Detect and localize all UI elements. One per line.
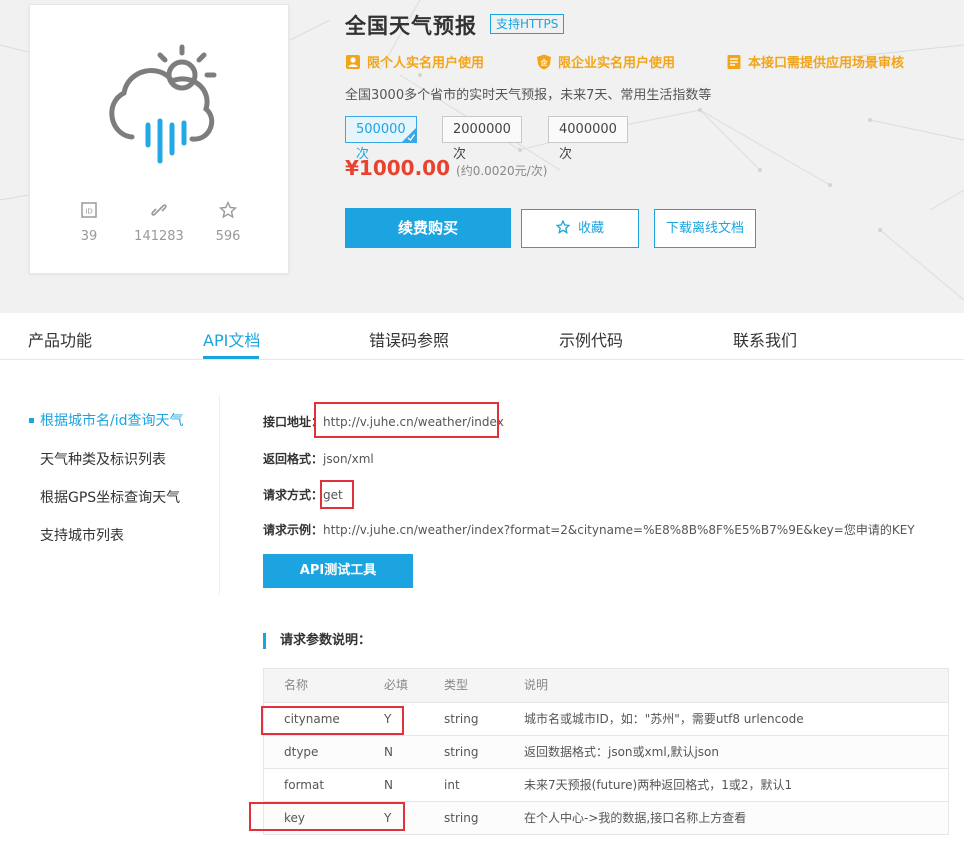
column-header-type: 类型: [444, 678, 469, 692]
params-section-title: 请求参数说明：: [263, 633, 371, 649]
highlight-box-method: [320, 480, 354, 509]
param-description: 返回数据格式：json或xml,默认json: [524, 745, 720, 759]
table-row: dtype N string 返回数据格式：json或xml,默认json: [264, 735, 948, 768]
table-header-row: 名称 必填 类型 说明: [264, 669, 948, 702]
column-header-required: 必填: [384, 678, 409, 692]
param-description: 在个人中心->我的数据,接口名称上方查看: [524, 811, 747, 825]
star-icon: [219, 201, 237, 219]
stat-favorites: 596: [188, 201, 268, 244]
product-header: ID 39 141283 596 全国天气预报 支持HTTPS 限个人实名用户使…: [0, 0, 964, 313]
product-stats: ID 39 141283 596: [30, 201, 288, 251]
product-description: 全国3000多个省市的实时天气预报，未来7天、常用生活指数等: [345, 88, 712, 103]
request-example-row: 请求示例：http://v.juhe.cn/weather/index?form…: [263, 521, 915, 538]
stat-id-value: 39: [80, 229, 98, 244]
tag-review: 本接口需提供应用场景审核: [726, 52, 904, 71]
tab-api-docs[interactable]: API文档: [203, 327, 260, 351]
request-example-label: 请求示例：: [263, 523, 324, 537]
package-option-2000000[interactable]: 2000000次: [442, 116, 522, 162]
api-sidebar: 根据城市名/id查询天气 天气种类及标识列表 根据GPS坐标查询天气 支持城市列…: [0, 395, 220, 595]
return-format-label: 返回格式：: [263, 452, 324, 466]
svg-text:企: 企: [540, 58, 549, 67]
param-required: N: [384, 745, 393, 759]
param-required: N: [384, 778, 393, 792]
param-type: int: [444, 778, 460, 792]
param-type: string: [444, 811, 479, 825]
stat-requests-value: 141283: [134, 229, 184, 244]
return-format-row: 返回格式：json/xml: [263, 450, 374, 467]
column-header-name: 名称: [284, 678, 309, 692]
tag-review-label: 本接口需提供应用场景审核: [748, 56, 905, 71]
sidebar-item-query-by-gps[interactable]: 根据GPS坐标查询天气: [40, 487, 180, 507]
param-type: string: [444, 745, 479, 759]
highlight-box-cityname: [261, 706, 404, 735]
column-header-description: 说明: [524, 678, 549, 692]
param-name: dtype: [284, 745, 319, 759]
enterprise-shield-icon: 企: [537, 54, 551, 70]
product-title: 全国天气预报: [345, 14, 477, 38]
package-option-500000[interactable]: 500000次: [345, 116, 417, 162]
id-icon: ID: [81, 202, 97, 218]
stat-favorites-value: 596: [215, 229, 241, 244]
price: ¥1000.00 (约0.0020元/次): [345, 156, 547, 180]
highlight-box-url: [314, 402, 499, 438]
package-option-4000000[interactable]: 4000000次: [548, 116, 628, 162]
request-method-label: 请求方式：: [263, 488, 324, 502]
param-name: format: [284, 778, 325, 792]
table-row: format N int 未来7天预报(future)两种返回格式，1或2，默认…: [264, 768, 948, 801]
product-card: ID 39 141283 596: [29, 4, 289, 274]
favorite-label: 收藏: [577, 221, 604, 236]
personal-user-icon: [346, 55, 360, 69]
tag-enterprise: 企 限企业实名用户使用: [536, 52, 675, 71]
star-icon: [555, 220, 570, 234]
param-description: 未来7天预报(future)两种返回格式，1或2，默认1: [524, 778, 793, 792]
tab-error-codes[interactable]: 错误码参照: [369, 327, 449, 351]
tab-features[interactable]: 产品功能: [28, 327, 92, 351]
active-bullet: [29, 418, 34, 423]
param-type: string: [444, 712, 479, 726]
buy-button[interactable]: 续费购买: [345, 208, 511, 248]
tag-enterprise-label: 限企业实名用户使用: [558, 56, 676, 71]
review-document-icon: [727, 55, 741, 69]
sidebar-item-city-list[interactable]: 支持城市列表: [40, 525, 124, 545]
active-tab-indicator: [203, 356, 259, 359]
weather-rain-sun-icon: [109, 44, 217, 164]
tag-personal: 限个人实名用户使用: [345, 52, 484, 71]
param-description: 城市名或城市ID，如："苏州"，需要utf8 urlencode: [524, 712, 804, 726]
stat-requests: 141283: [119, 201, 199, 244]
stat-id: ID 39: [49, 201, 129, 244]
https-badge: 支持HTTPS: [490, 14, 565, 34]
sidebar-item-query-by-city[interactable]: 根据城市名/id查询天气: [40, 410, 184, 430]
selected-check-icon: [401, 128, 416, 142]
price-amount: ¥1000.00: [345, 156, 451, 180]
favorite-button[interactable]: 收藏: [521, 209, 639, 248]
tab-sample-code[interactable]: 示例代码: [559, 327, 623, 351]
request-example-value: http://v.juhe.cn/weather/index?format=2&…: [323, 523, 915, 537]
svg-text:ID: ID: [85, 208, 92, 216]
download-doc-button[interactable]: 下载离线文档: [654, 209, 756, 248]
highlight-box-key: [249, 802, 405, 831]
api-test-tool-button[interactable]: API测试工具: [263, 554, 413, 588]
tab-contact[interactable]: 联系我们: [733, 327, 797, 351]
unit-price: (约0.0020元/次): [456, 164, 548, 178]
tab-bar: 产品功能 API文档 错误码参照 示例代码 联系我们: [0, 313, 964, 360]
sidebar-item-weather-types[interactable]: 天气种类及标识列表: [40, 449, 166, 469]
link-icon: [151, 204, 167, 216]
tag-personal-label: 限个人实名用户使用: [367, 56, 485, 71]
return-format-value: json/xml: [323, 452, 374, 466]
